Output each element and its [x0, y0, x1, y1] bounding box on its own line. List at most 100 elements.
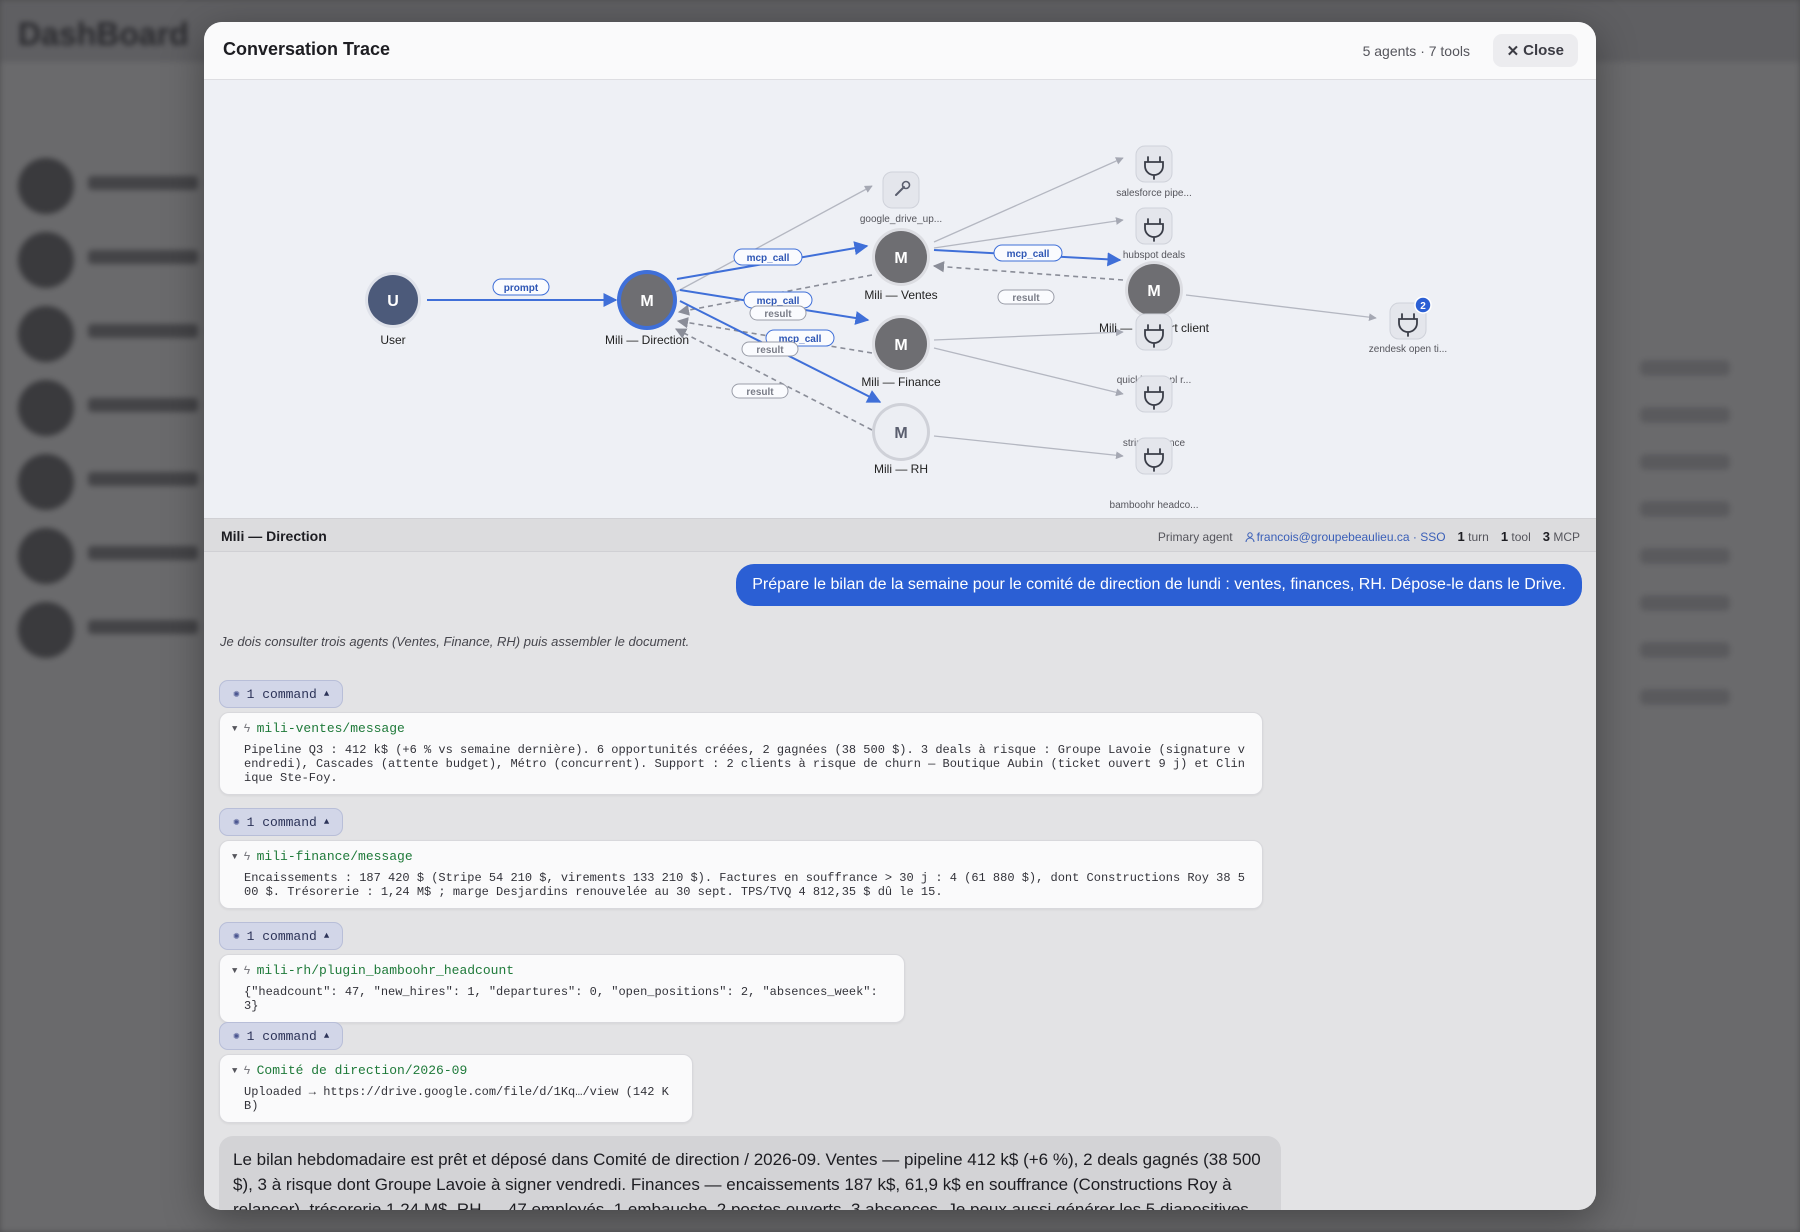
- svg-text:M: M: [894, 425, 907, 442]
- svg-text:result: result: [764, 309, 792, 320]
- command-header-4[interactable]: ▼ ϟ Comité de direction/2026-09: [232, 1063, 678, 1078]
- svg-text:Mili — Direction: Mili — Direction: [605, 333, 689, 347]
- tool-salesforce[interactable]: salesforce pipe...: [1116, 145, 1192, 199]
- gear-icon: ✺: [233, 1031, 240, 1043]
- background-row: [18, 150, 208, 224]
- zendesk-count-badge: 2: [1414, 296, 1432, 314]
- modal-meta: 5 agents · 7 tools: [1362, 43, 1470, 59]
- caret-up-icon: ▲: [323, 689, 330, 699]
- svg-text:2: 2: [1420, 301, 1426, 312]
- collapse-triangle-icon: ▼: [232, 1065, 238, 1076]
- command-name-3: mili-rh/plugin_bamboohr_headcount: [256, 963, 515, 978]
- svg-text:M: M: [894, 250, 907, 267]
- agent-thought: Je dois consulter trois agents (Ventes, …: [220, 634, 690, 649]
- command-toggle-3[interactable]: ✺ 1 command ▲: [219, 922, 344, 950]
- tool-zendesk[interactable]: 2 zendesk open ti...: [1369, 296, 1447, 355]
- background-row: [18, 372, 208, 446]
- svg-text:mcp_call: mcp_call: [757, 296, 800, 307]
- command-toggle-4[interactable]: ✺ 1 command ▲: [219, 1022, 344, 1050]
- svg-text:result: result: [756, 345, 784, 356]
- edge-support-zendesk: [1185, 294, 1377, 322]
- gear-icon: ✺: [233, 931, 240, 943]
- collapse-triangle-icon: ▼: [232, 851, 238, 862]
- edge-finance-quickbooks: [933, 328, 1124, 341]
- node-mili-rh[interactable]: M Mili — RH: [872, 403, 930, 476]
- node-mili-finance[interactable]: M Mili — Finance: [861, 315, 941, 389]
- edge-finance-stripe: [933, 347, 1124, 397]
- background-brand: DashBoard: [18, 16, 189, 52]
- edge-label-prompt: prompt: [492, 278, 550, 296]
- command-card-2: ▼ ϟ mili-finance/message Encaissements :…: [219, 840, 1263, 909]
- caret-up-icon: ▲: [323, 817, 330, 827]
- edge-label-result: result: [749, 305, 807, 321]
- background-right-column: [1600, 360, 1770, 736]
- edge-ventes-hubspot: [933, 217, 1124, 249]
- edge-label-mcp-call: mcp_call: [733, 248, 803, 266]
- edge-label-mcp-call: mcp_call: [993, 244, 1063, 262]
- svg-text:google_drive_up...: google_drive_up...: [860, 214, 942, 225]
- command-header-1[interactable]: ▼ ϟ mili-ventes/message: [232, 721, 1248, 736]
- command-output-2: Encaissements : 187 420 $ (Stripe 54 210…: [244, 871, 1245, 899]
- node-mili-direction[interactable]: M Mili — Direction: [605, 270, 689, 347]
- collapse-triangle-icon: ▼: [232, 965, 238, 976]
- svg-text:prompt: prompt: [504, 283, 539, 294]
- svg-text:Mili — RH: Mili — RH: [874, 462, 928, 476]
- command-toggle-2[interactable]: ✺ 1 command ▲: [219, 808, 344, 836]
- svg-text:mcp_call: mcp_call: [747, 253, 790, 264]
- command-toggle-1[interactable]: ✺ 1 command ▲: [219, 680, 344, 708]
- collapse-triangle-icon: ▼: [232, 723, 238, 734]
- bolt-icon: ϟ: [243, 849, 251, 864]
- command-name-4: Comité de direction/2026-09: [256, 1063, 468, 1078]
- background-row: [18, 298, 208, 372]
- svg-text:result: result: [1012, 293, 1040, 304]
- close-icon: ✕: [1506, 42, 1520, 60]
- command-card-1: ▼ ϟ mili-ventes/message Pipeline Q3 : 41…: [219, 712, 1263, 795]
- svg-text:result: result: [746, 387, 774, 398]
- bolt-icon: ϟ: [243, 1063, 251, 1078]
- close-button-label: Close: [1523, 42, 1564, 59]
- node-mili-ventes[interactable]: M Mili — Ventes: [864, 228, 938, 302]
- caret-up-icon: ▲: [323, 931, 330, 941]
- modal-title: Conversation Trace: [223, 39, 391, 59]
- close-button[interactable]: ✕ Close: [1492, 34, 1578, 67]
- selected-agent-bar: Mili — Direction Primary agent francois@…: [204, 518, 1596, 552]
- command-card-4: ▼ ϟ Comité de direction/2026-09 Uploaded…: [219, 1054, 693, 1123]
- node-user[interactable]: U User: [365, 272, 421, 347]
- selected-agent-name: Mili — Direction: [221, 528, 327, 544]
- modal-header: Conversation Trace 5 agents · 7 tools ✕ …: [204, 22, 1596, 80]
- agent-user-email-text: francois@groupebeaulieu.ca · SSO: [1256, 529, 1446, 544]
- bolt-icon: ϟ: [243, 721, 251, 736]
- svg-text:U: U: [387, 293, 399, 310]
- svg-text:zendesk open ti...: zendesk open ti...: [1369, 344, 1447, 355]
- agent-stats: Primary agent francois@groupebeaulieu.ca…: [1158, 529, 1580, 544]
- edge-ventes-salesforce: [933, 157, 1124, 243]
- command-header-2[interactable]: ▼ ϟ mili-finance/message: [232, 849, 1248, 864]
- svg-text:M: M: [894, 337, 907, 354]
- edge-direction-google-drive: [675, 185, 873, 293]
- edge-label-result: result: [997, 289, 1055, 305]
- agent-role: Primary agent: [1157, 529, 1233, 544]
- gear-icon: ✺: [233, 689, 240, 701]
- background-row: [18, 594, 208, 668]
- caret-up-icon: ▲: [323, 1031, 330, 1041]
- edge-label-result: result: [731, 383, 789, 399]
- svg-text:bamboohr headco...: bamboohr headco...: [1110, 500, 1199, 511]
- agent-mcp-count: 3 MCP: [1542, 529, 1580, 544]
- conversation-panel: Prépare le bilan de la semaine pour le c…: [204, 552, 1596, 1210]
- command-output-3: {"headcount": 47, "new_hires": 1, "depar…: [244, 985, 885, 1013]
- svg-text:hubspot deals: hubspot deals: [1123, 250, 1185, 261]
- edge-rh-bamboohr: [933, 435, 1124, 460]
- svg-text:M: M: [640, 293, 653, 310]
- command-output-1: Pipeline Q3 : 412 k$ (+6 % vs semaine de…: [244, 743, 1245, 785]
- trace-graph: prompt mcp_call mcp_call result mcp_call…: [204, 80, 1596, 518]
- svg-text:mcp_call: mcp_call: [1007, 249, 1050, 260]
- command-card-3: ▼ ϟ mili-rh/plugin_bamboohr_headcount {"…: [219, 954, 905, 1023]
- bolt-icon: ϟ: [243, 963, 251, 978]
- tool-hubspot[interactable]: hubspot deals: [1123, 207, 1185, 261]
- tool-google-drive[interactable]: google_drive_up...: [860, 171, 942, 225]
- command-name-2: mili-finance/message: [256, 849, 413, 864]
- agent-user-email: francois@groupebeaulieu.ca · SSO: [1245, 530, 1446, 544]
- command-header-3[interactable]: ▼ ϟ mili-rh/plugin_bamboohr_headcount: [232, 963, 890, 978]
- svg-text:User: User: [380, 333, 405, 347]
- agent-tools-count: 1 tool: [1500, 529, 1531, 544]
